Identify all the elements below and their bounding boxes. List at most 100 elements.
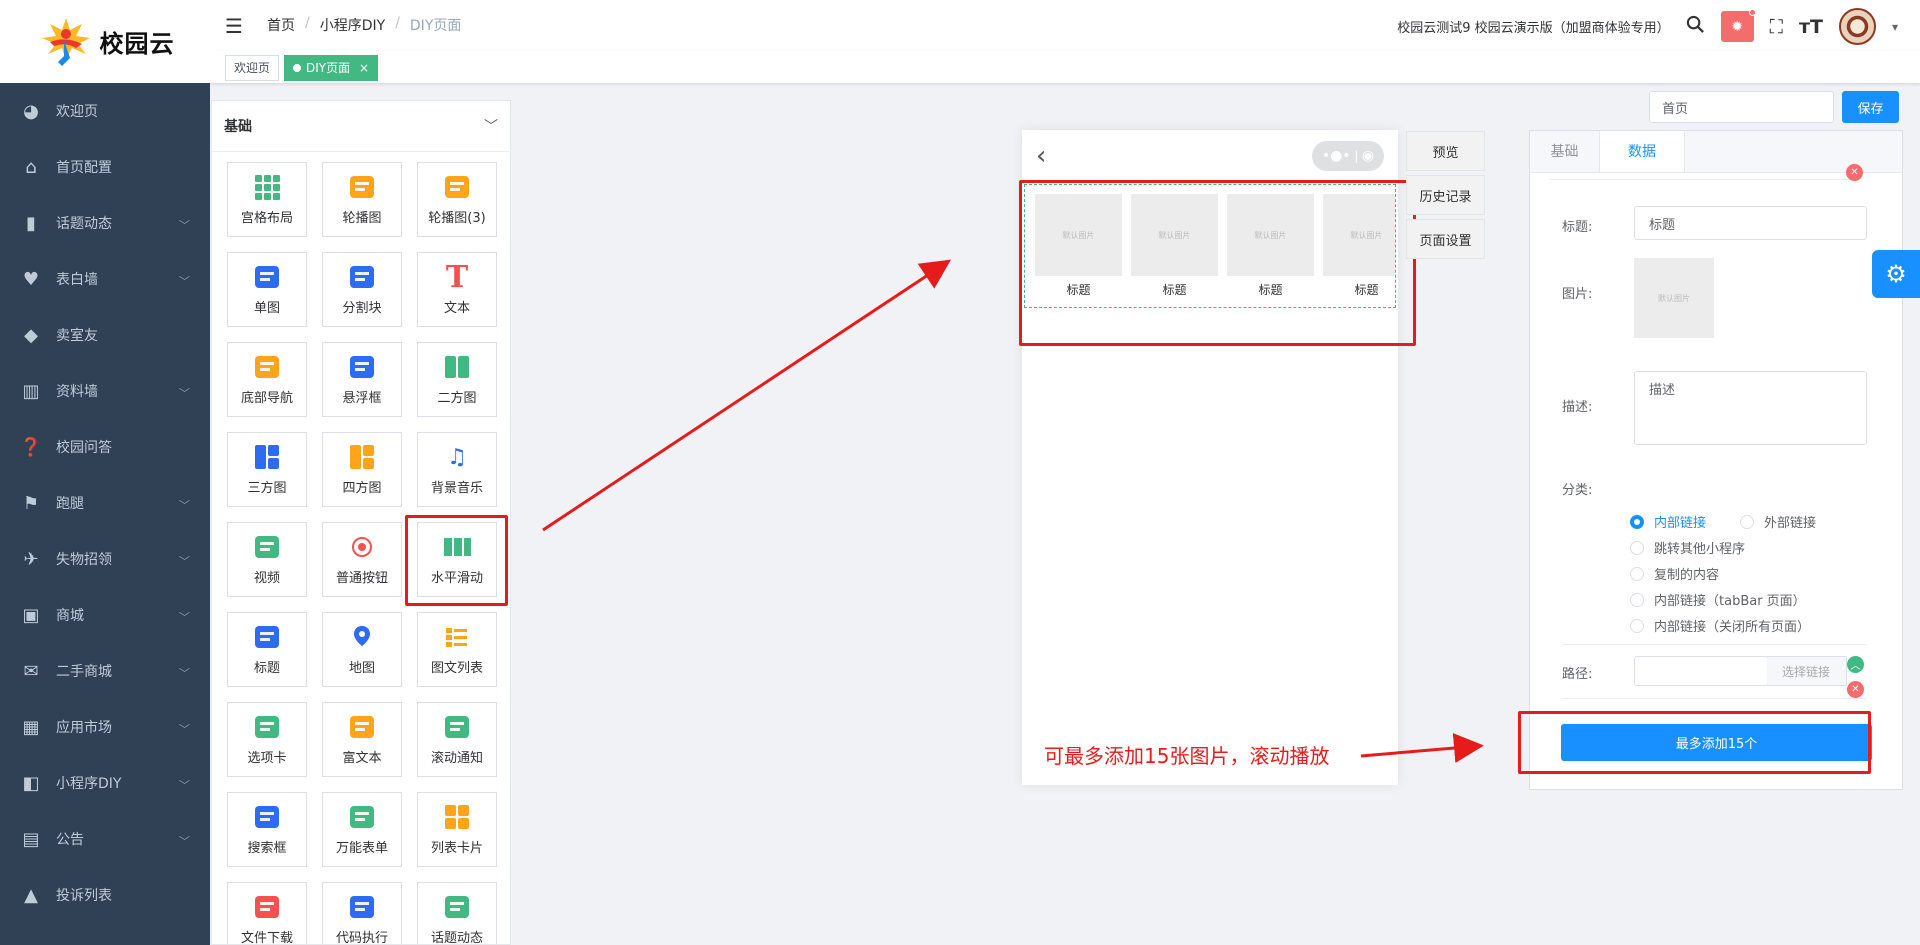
sidebar-item-label: 二手商城 <box>56 664 112 680</box>
header-right: 校园云测试9 校园云演示版（加盟商体验专用） ✹ ⛶ ᴛT ▾ <box>1397 8 1898 45</box>
settings-tabs: 基础 数据 <box>1530 131 1902 173</box>
component-item[interactable]: 普通按钮 <box>322 522 402 597</box>
delete-icon[interactable]: ✕ <box>1847 681 1864 698</box>
component-item[interactable]: 搜索框 <box>227 792 307 867</box>
tag-welcome[interactable]: 欢迎页 <box>225 55 280 81</box>
sidebar-item[interactable]: ▲ 投诉列表 <box>0 867 210 923</box>
component-item[interactable]: ♫ 背景音乐 <box>417 432 497 507</box>
radio-mini-program[interactable]: 跳转其他小程序 <box>1630 538 1745 557</box>
sidebar-item[interactable]: ▣ 商城 ﹀ <box>0 587 210 643</box>
sidebar-item[interactable]: ▥ 资料墙 ﹀ <box>0 363 210 419</box>
component-item[interactable]: 四方图 <box>322 432 402 507</box>
chevron-up-icon[interactable]: ︿ <box>1847 656 1864 673</box>
fullscreen-icon[interactable]: ⛶ <box>1770 16 1783 38</box>
component-item[interactable]: T 文本 <box>417 252 497 327</box>
component-item[interactable]: 话题动态 <box>417 882 497 944</box>
page-settings-button[interactable]: 页面设置 <box>1406 219 1485 259</box>
font-size-icon[interactable]: ᴛT <box>1799 16 1823 38</box>
component-item[interactable]: 地图 <box>322 612 402 687</box>
avatar[interactable] <box>1838 8 1876 45</box>
tag-diy-page[interactable]: DIY页面 × <box>284 55 379 81</box>
component-item[interactable]: 轮播图 <box>322 162 402 237</box>
select-link-label: 选择链接 <box>1782 664 1831 679</box>
title-input[interactable]: 标题 <box>1634 206 1867 240</box>
component-item[interactable]: 单图 <box>227 252 307 327</box>
sidebar-item[interactable]: ⌂ 首页配置 <box>0 139 210 195</box>
sidebar-item[interactable]: ▤ 公告 ﹀ <box>0 811 210 867</box>
component-item[interactable]: 三方图 <box>227 432 307 507</box>
delete-icon[interactable]: ✕ <box>1846 164 1863 181</box>
component-item[interactable]: 轮播图(3) <box>417 162 497 237</box>
component-item[interactable]: 列表卡片 <box>417 792 497 867</box>
component-item[interactable]: 富文本 <box>322 702 402 777</box>
sidebar-item[interactable]: ◕ 欢迎页 <box>0 83 210 139</box>
tab-data[interactable]: 数据 <box>1599 131 1685 172</box>
menu-toggle-icon[interactable]: ☰ <box>225 14 243 38</box>
list-icon <box>443 623 471 651</box>
radio-tabbar-link[interactable]: 内部链接（tabBar 页面） <box>1630 590 1806 609</box>
component-item[interactable]: 标题 <box>227 612 307 687</box>
page-name-input[interactable] <box>1649 91 1834 123</box>
preview-button[interactable]: 预览 <box>1406 131 1485 171</box>
component-label: 列表卡片 <box>430 841 483 856</box>
component-item[interactable]: 底部导航 <box>227 342 307 417</box>
radio-dot <box>1630 592 1644 607</box>
history-button[interactable]: 历史记录 <box>1406 175 1485 215</box>
component-item[interactable]: 宫格布局 <box>227 162 307 237</box>
breadcrumb-diy[interactable]: 小程序DIY <box>320 15 385 35</box>
carousel-icon <box>348 173 376 201</box>
sidebar-item[interactable]: ⚑ 跑腿 ﹀ <box>0 475 210 531</box>
chevron-down-icon: ﹀ <box>179 219 190 232</box>
back-icon[interactable]: ‹ <box>1036 141 1046 171</box>
sidebar-item[interactable]: ✈ 失物招领 ﹀ <box>0 531 210 587</box>
radio-internal-link[interactable]: 内部链接 <box>1630 512 1706 531</box>
component-item[interactable]: 图文列表 <box>417 612 497 687</box>
lost-icon: ✈ <box>23 548 39 570</box>
select-link-dropdown[interactable]: 选择链接 <box>1767 656 1847 686</box>
component-section-header[interactable]: 基础 ﹀ <box>212 101 510 152</box>
sidebar-item[interactable]: ◧ 小程序DIY ﹀ <box>0 755 210 811</box>
music-icon: ♫ <box>447 444 467 470</box>
search-icon[interactable] <box>1686 15 1705 39</box>
breadcrumb-home[interactable]: 首页 <box>267 15 295 35</box>
component-item[interactable]: 视频 <box>227 522 307 597</box>
highlight-box-add-button <box>1518 711 1871 774</box>
image-upload[interactable]: 默认图片 <box>1634 258 1714 338</box>
component-item[interactable]: 滚动通知 <box>417 702 497 777</box>
sidebar-item[interactable]: ▦ 应用市场 ﹀ <box>0 699 210 755</box>
tab-basic[interactable]: 基础 <box>1530 131 1599 172</box>
component-item[interactable]: 选项卡 <box>227 702 307 777</box>
component-item[interactable]: 二方图 <box>417 342 497 417</box>
sidebar-item-label: 跑腿 <box>56 496 84 512</box>
component-item[interactable]: 代码执行 <box>322 882 402 945</box>
component-item[interactable]: 文件下载 <box>227 882 307 944</box>
sidebar-item[interactable]: ♥ 表白墙 ﹀ <box>0 251 210 307</box>
richtext-icon <box>348 713 376 741</box>
radio-copy-content[interactable]: 复制的内容 <box>1630 564 1719 583</box>
component-label: 代码执行 <box>335 931 388 945</box>
bug-icon[interactable]: ✹ <box>1720 9 1756 42</box>
save-button[interactable]: 保存 <box>1842 91 1899 123</box>
gear-icon[interactable]: ⚙ <box>1872 250 1920 298</box>
component-item[interactable]: 分割块 <box>322 252 402 327</box>
chevron-down-icon: ﹀ <box>179 275 190 288</box>
tags-bar: 欢迎页 DIY页面 × <box>210 51 1920 84</box>
chevron-down-icon[interactable]: ﹀ <box>484 116 498 136</box>
radio-relaunch-link[interactable]: 内部链接（关闭所有页面） <box>1630 616 1810 635</box>
caret-down-icon[interactable]: ▾ <box>1892 20 1898 34</box>
book-icon: ▮ <box>26 212 36 234</box>
breadcrumb-separator: / <box>305 15 310 31</box>
sidebar-item[interactable]: ✉ 二手商城 ﹀ <box>0 643 210 699</box>
sidebar-item[interactable]: ❓ 校园问答 <box>0 419 210 475</box>
text-icon: T <box>445 259 469 295</box>
component-item[interactable]: 悬浮框 <box>322 342 402 417</box>
close-icon[interactable]: × <box>359 61 369 75</box>
component-item[interactable]: 万能表单 <box>322 792 402 867</box>
sidebar-item[interactable]: ▮ 话题动态 ﹀ <box>0 195 210 251</box>
desc-textarea[interactable]: 描述 <box>1634 371 1867 445</box>
path-input[interactable] <box>1634 656 1768 686</box>
sidebar-item[interactable]: ◆ 卖室友 <box>0 307 210 363</box>
radio-external-link[interactable]: 外部链接 <box>1740 512 1816 531</box>
sidebar-item-label: 应用市场 <box>56 720 112 736</box>
capsule-menu[interactable]: •●• | ◉ <box>1312 141 1384 171</box>
